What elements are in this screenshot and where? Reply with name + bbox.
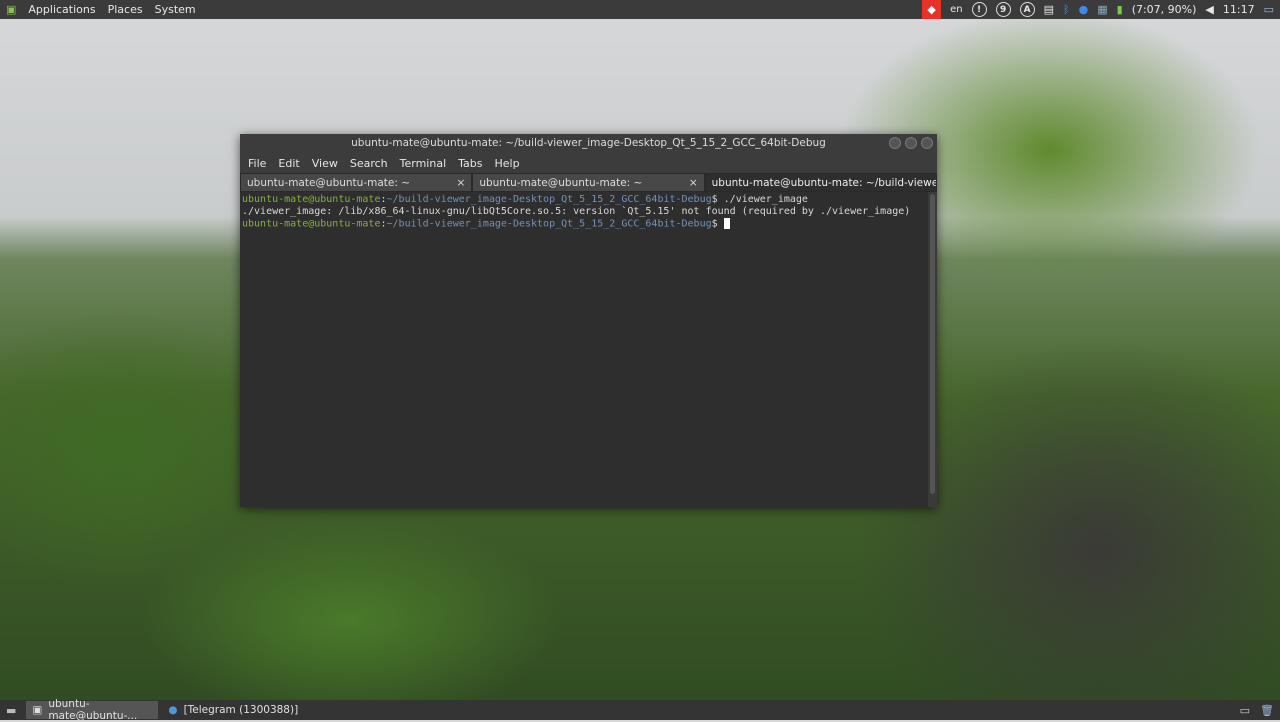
bottom-panel: ▬ ▣ ubuntu-mate@ubuntu-... ● [Telegram (13… xyxy=(0,698,1280,722)
menu-tabs[interactable]: Tabs xyxy=(452,157,488,170)
show-desktop-icon[interactable]: ▬ xyxy=(0,704,22,717)
window-titlebar[interactable]: ubuntu-mate@ubuntu-mate: ~/build-viewer_… xyxy=(240,134,937,153)
anydesk-icon[interactable]: ◆ xyxy=(922,0,942,19)
menu-view[interactable]: View xyxy=(306,157,344,170)
menu-help[interactable]: Help xyxy=(489,157,526,170)
tab-label: ubuntu-mate@ubuntu-mate: ~ xyxy=(479,177,643,189)
terminal-line: ubuntu-mate@ubuntu-mate:~/build-viewer_i… xyxy=(242,218,926,231)
tab-1[interactable]: ubuntu-mate@ubuntu-mate: ~ × xyxy=(240,173,473,192)
terminal-icon: ▣ xyxy=(32,704,43,716)
prompt-path: ~/build-viewer_image-Desktop_Qt_5_15_2_G… xyxy=(386,218,712,230)
close-button[interactable] xyxy=(921,137,933,149)
show-desktop-icon[interactable]: ▭ xyxy=(1264,3,1274,16)
alert-indicator-icon[interactable]: ! xyxy=(971,2,987,17)
text-cursor xyxy=(723,218,730,229)
tab-close-icon[interactable]: × xyxy=(457,177,466,189)
menu-search[interactable]: Search xyxy=(344,157,394,170)
volume-icon[interactable]: ◀ xyxy=(1205,3,1213,16)
trash-icon[interactable]: 🗑 xyxy=(1260,704,1274,717)
taskbar-telegram[interactable]: ● [Telegram (1300388)] xyxy=(162,701,304,719)
menubar: File Edit View Search Terminal Tabs Help xyxy=(240,153,937,173)
printer-icon[interactable]: ▤ xyxy=(1044,3,1054,16)
network-icon[interactable]: ▦ xyxy=(1097,3,1107,16)
menu-edit[interactable]: Edit xyxy=(272,157,305,170)
scrollbar[interactable] xyxy=(928,192,937,507)
window-title: ubuntu-mate@ubuntu-mate: ~/build-viewer_… xyxy=(351,137,826,149)
menu-applications[interactable]: Applications xyxy=(22,3,101,16)
tab-3[interactable]: ubuntu-mate@ubuntu-mate: ~/build-viewer.… xyxy=(704,173,937,192)
menu-terminal[interactable]: Terminal xyxy=(394,157,453,170)
taskbar-terminal[interactable]: ▣ ubuntu-mate@ubuntu-... xyxy=(26,698,159,722)
nine-indicator-icon[interactable]: 9 xyxy=(995,2,1011,17)
prompt-path: ~/build-viewer_image-Desktop_Qt_5_15_2_G… xyxy=(386,194,712,205)
workspace-switcher[interactable]: ▭ xyxy=(1240,704,1250,717)
telegram-icon: ● xyxy=(168,704,178,716)
menu-system[interactable]: System xyxy=(149,3,202,16)
task-label: ubuntu-mate@ubuntu-... xyxy=(48,698,138,722)
prompt-user: ubuntu-mate@ubuntu-mate xyxy=(242,194,381,205)
tab-label: ubuntu-mate@ubuntu-mate: ~/build-viewer.… xyxy=(711,177,937,189)
top-panel: ▣ Applications Places System ◆ en ! 9 A … xyxy=(0,0,1280,19)
terminal-line: ./viewer_image: /lib/x86_64-linux-gnu/li… xyxy=(242,206,911,217)
system-tray: ◆ en ! 9 A ▤ ᛒ ● ▦ ▮ (7:07, 90%) ◀ 11:17… xyxy=(922,0,1280,19)
scrollbar-thumb[interactable] xyxy=(930,194,935,494)
bluetooth-icon[interactable]: ᛒ xyxy=(1063,3,1070,16)
tab-label: ubuntu-mate@ubuntu-mate: ~ xyxy=(247,177,411,189)
prompt-user: ubuntu-mate@ubuntu-mate xyxy=(242,218,381,230)
menu-places[interactable]: Places xyxy=(102,3,149,16)
chrome-icon[interactable]: ● xyxy=(1079,3,1089,16)
a-indicator-icon[interactable]: A xyxy=(1019,2,1035,17)
clock[interactable]: 11:17 xyxy=(1223,3,1255,16)
maximize-button[interactable] xyxy=(905,137,917,149)
battery-status[interactable]: (7:07, 90%) xyxy=(1132,3,1197,16)
tab-close-icon[interactable]: × xyxy=(689,177,698,189)
tab-2[interactable]: ubuntu-mate@ubuntu-mate: ~ × xyxy=(472,173,705,192)
command: $ xyxy=(711,218,724,230)
terminal-line: ubuntu-mate@ubuntu-mate:~/build-viewer_i… xyxy=(242,194,926,206)
minimize-button[interactable] xyxy=(889,137,901,149)
menu-file[interactable]: File xyxy=(242,157,272,170)
mate-logo-icon: ▣ xyxy=(6,3,17,16)
terminal-window: ubuntu-mate@ubuntu-mate: ~/build-viewer_… xyxy=(240,134,937,507)
battery-icon[interactable]: ▮ xyxy=(1117,3,1123,16)
tab-bar: ubuntu-mate@ubuntu-mate: ~ × ubuntu-mate@… xyxy=(240,173,937,192)
terminal-output[interactable]: ubuntu-mate@ubuntu-mate:~/build-viewer_i… xyxy=(240,192,928,507)
keyboard-layout[interactable]: en xyxy=(950,4,963,15)
command: $ ./viewer_image xyxy=(711,194,808,205)
task-label: [Telegram (1300388)] xyxy=(183,704,299,716)
